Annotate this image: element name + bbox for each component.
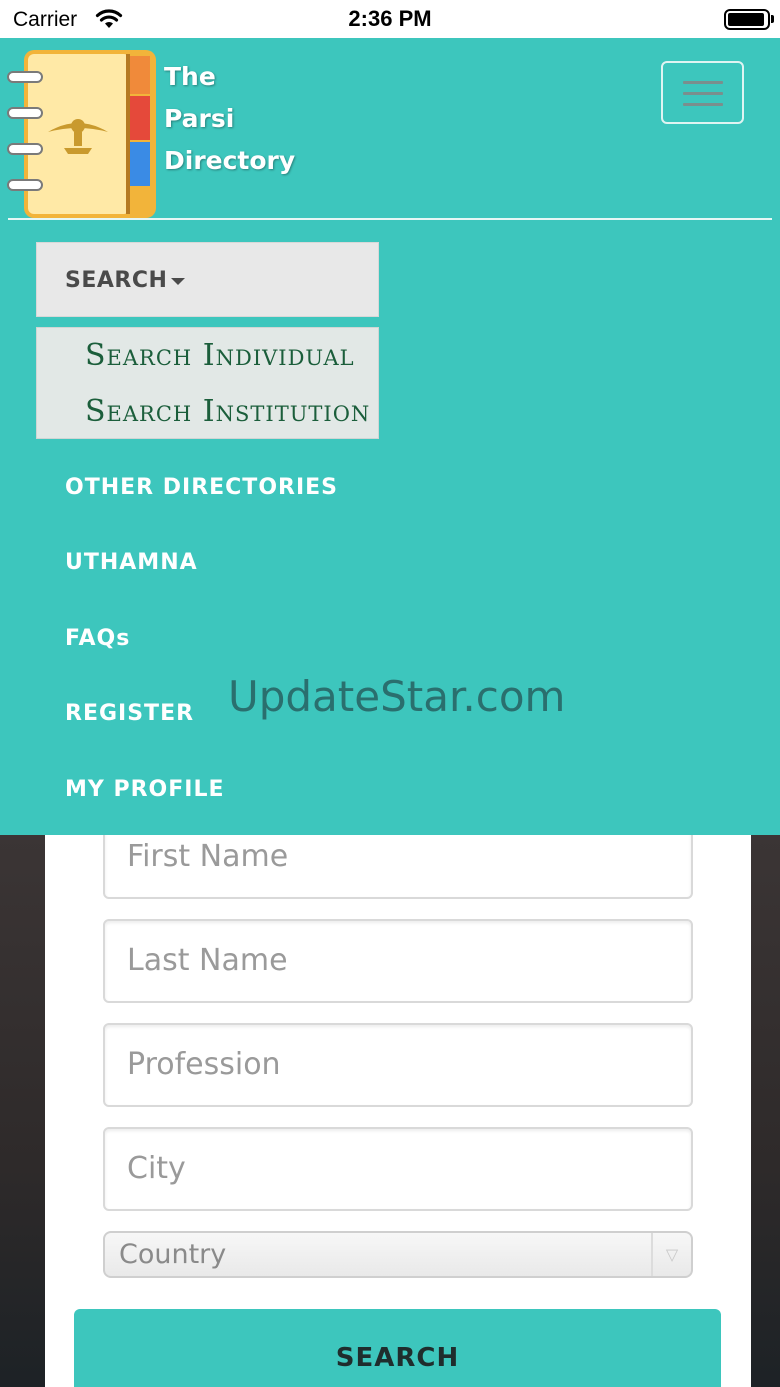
last-name-input[interactable]: Last Name [103, 919, 693, 1003]
hamburger-menu-button[interactable] [661, 61, 744, 124]
search-dropdown-menu: Search Individual Search Institution [36, 327, 379, 439]
status-bar: Carrier 2:36 PM [0, 0, 780, 38]
search-toggle-label: SEARCH [65, 268, 168, 293]
nav-menu: The Parsi Directory SEARCH Search Indivi… [0, 38, 780, 835]
search-dropdown-toggle[interactable]: SEARCH [36, 242, 379, 317]
watermark-text: UpdateStar.com [228, 672, 566, 721]
search-form-card [45, 835, 751, 1387]
battery-tip [771, 15, 774, 23]
brand-line-1: The [164, 62, 216, 91]
brand-line-2: Parsi [164, 104, 235, 133]
clock: 2:36 PM [348, 6, 432, 31]
nav-link-register[interactable]: REGISTER [65, 701, 194, 726]
menu-item-search-individual[interactable]: Search Individual [85, 338, 355, 373]
chevron-down-icon: ▽ [651, 1233, 691, 1276]
brand-line-3: Directory [164, 146, 296, 175]
menu-item-search-institution[interactable]: Search Institution [85, 394, 370, 429]
hamburger-bar [683, 103, 723, 106]
directory-logo-icon [7, 50, 156, 218]
brand-name[interactable]: The Parsi Directory [164, 56, 295, 182]
hamburger-bar [683, 81, 723, 84]
profession-input[interactable]: Profession [103, 1023, 693, 1107]
nav-link-my-profile[interactable]: MY PROFILE [65, 777, 225, 802]
nav-divider [8, 218, 772, 220]
city-input[interactable]: City [103, 1127, 693, 1211]
nav-link-other-directories[interactable]: OTHER DIRECTORIES [65, 475, 338, 500]
search-submit-button[interactable]: SEARCH [74, 1309, 721, 1387]
caret-down-icon [171, 277, 186, 285]
hamburger-bar [683, 92, 723, 95]
nav-link-uthamna[interactable]: UTHAMNA [65, 550, 198, 575]
country-select[interactable]: Country ▽ [103, 1231, 693, 1278]
country-select-value: Country [119, 1239, 227, 1270]
battery-icon [724, 9, 770, 30]
nav-link-faqs[interactable]: FAQs [65, 626, 130, 651]
